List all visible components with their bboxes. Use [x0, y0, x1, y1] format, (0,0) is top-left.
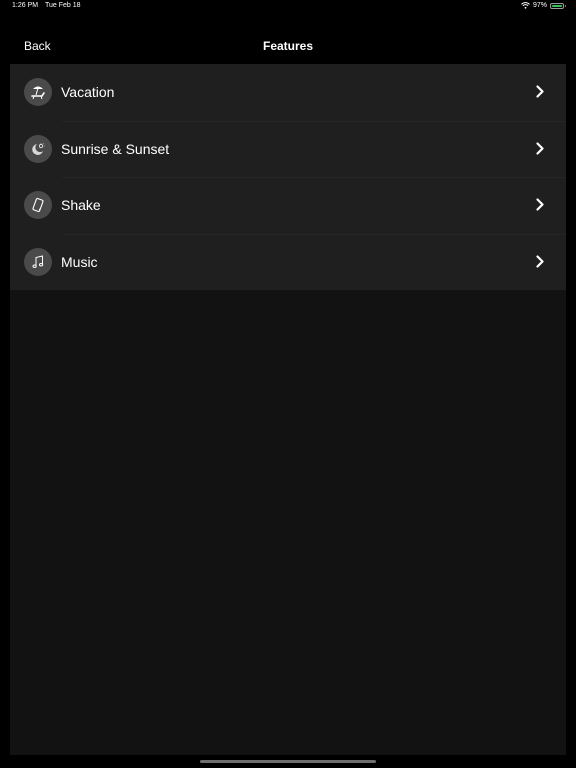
content-area: Vacation Sunrise & Sunset Shake Music	[10, 64, 566, 755]
status-indicators: 97%	[521, 2, 566, 9]
music-note-icon	[24, 247, 52, 276]
home-indicator[interactable]	[200, 760, 376, 763]
feature-label: Vacation	[61, 84, 115, 101]
chevron-right-icon	[536, 198, 544, 216]
moon-sun-icon	[24, 134, 52, 163]
status-bar: 1:26 PM Tue Feb 18 97%	[0, 0, 576, 12]
beach-chair-icon	[24, 78, 52, 106]
chevron-right-icon	[536, 141, 544, 160]
chevron-right-icon	[536, 85, 544, 103]
feature-row-vacation[interactable]: Vacation	[10, 64, 566, 121]
feature-label: Sunrise & Sunset	[61, 140, 170, 157]
features-list: Vacation Sunrise & Sunset Shake Music	[10, 64, 566, 290]
chevron-right-icon	[536, 254, 544, 273]
wifi-icon	[521, 2, 530, 9]
page-title: Features	[262, 39, 314, 53]
feature-row-music[interactable]: Music	[10, 233, 566, 291]
status-time: 1:26 PM	[12, 2, 39, 9]
battery-icon	[550, 2, 566, 9]
battery-percent: 97%	[532, 2, 547, 9]
feature-label: Shake	[61, 197, 101, 214]
battery-fill	[552, 4, 562, 7]
status-date: Tue Feb 18	[45, 2, 81, 9]
feature-row-shake[interactable]: Shake	[10, 177, 566, 234]
navigation-bar: Back Features	[0, 28, 576, 64]
phone-shake-icon	[24, 191, 52, 219]
feature-row-sunrise-sunset[interactable]: Sunrise & Sunset	[10, 120, 566, 178]
feature-label: Music	[61, 253, 98, 270]
